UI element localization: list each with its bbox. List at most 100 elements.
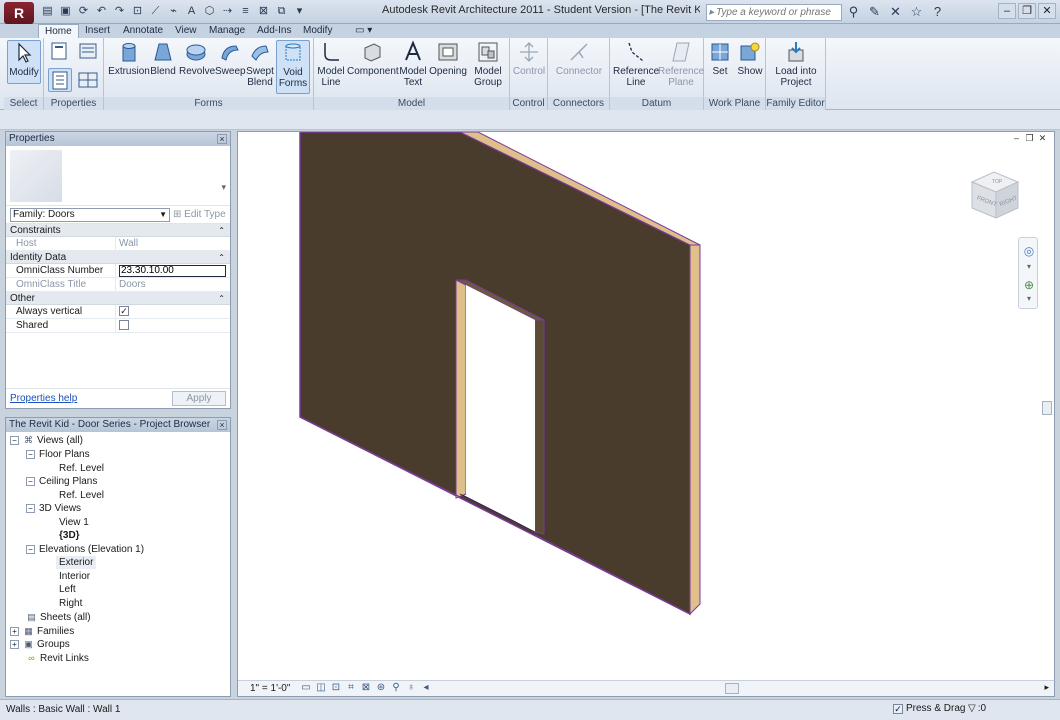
tree-3d-views[interactable]: −3D Views [26,502,81,515]
tree-floor-plans[interactable]: − Floor Plans [26,448,90,461]
tree-elevation-right[interactable]: Right [59,597,82,610]
tree-views-all[interactable]: − ⌘ Views (all) [10,434,83,447]
type-selector[interactable]: ▾ [6,146,230,206]
steering-wheel-icon[interactable]: ◎ [1022,244,1036,258]
close-icon[interactable]: ✕ [1038,3,1056,19]
tree-sheets[interactable]: ▤ Sheets (all) [26,611,90,624]
close-icon[interactable]: × [217,420,227,430]
application-menu-button[interactable]: R [4,2,34,24]
sync-icon[interactable]: ⟳ [76,4,91,19]
reference-line-button[interactable]: Reference Line [613,40,659,88]
collapse-icon[interactable]: − [26,544,35,554]
search-input[interactable] [716,7,835,18]
collapse-icon[interactable]: − [10,435,19,445]
reveal-hidden-icon[interactable]: ⚲ [390,682,402,694]
tree-ceiling-plans[interactable]: − Ceiling Plans [26,475,97,488]
measure-icon[interactable]: ⊡ [130,4,145,19]
analysis-icon[interactable]: ♁ [405,682,417,694]
opening-button[interactable]: Opening [429,40,467,77]
qat-dropdown-icon[interactable]: ▾ [292,4,307,19]
view-scale[interactable]: 1" = 1'-0" [250,683,290,694]
collapse-icon[interactable]: ⌃ [218,292,225,305]
help-icon[interactable]: ? [930,4,945,20]
ribbon-minimize-toggle[interactable]: ▭ ▾ [355,24,372,38]
tree-families[interactable]: + ▦ Families [10,625,74,638]
tree-elevation-left[interactable]: Left [59,583,76,596]
press-drag-checkbox[interactable]: ✓ [893,704,903,714]
expand-icon[interactable]: + [10,626,19,636]
family-filter-dropdown[interactable]: Family: Doors ▼ [10,208,170,222]
show-crop-icon[interactable]: ⊠ [360,682,372,694]
tree-view-1[interactable]: View 1 [59,516,89,529]
properties-toggle-button[interactable] [48,68,72,92]
collapse-icon[interactable]: − [26,449,35,459]
tree-elevation-exterior[interactable]: Exterior [56,556,97,569]
thin-lines-icon[interactable]: ≡ [238,4,253,19]
model-line-button[interactable]: Model Line [316,40,346,88]
minimize-icon[interactable]: – [998,3,1016,19]
scroll-right-icon[interactable]: ▸ [1044,682,1049,693]
category-constraints[interactable]: Constraints ⌃ [6,224,230,237]
temporary-hide-icon[interactable]: ⊛ [375,682,387,694]
shadows-icon[interactable]: ⊡ [330,682,342,694]
default-3d-icon[interactable]: ⬡ [202,4,217,19]
tab-insert[interactable]: Insert [85,24,110,38]
category-other[interactable]: Other ⌃ [6,292,230,305]
model-group-button[interactable]: Model Group [469,40,507,88]
search-expand-icon[interactable]: ▸ [709,7,714,18]
vertical-scrollbar[interactable] [1041,145,1053,675]
category-identity-data[interactable]: Identity Data ⌃ [6,251,230,264]
modify-button[interactable]: Modify [7,40,41,84]
model-text-button[interactable]: Model Text [398,40,428,88]
collapse-icon[interactable]: − [26,503,35,513]
set-button[interactable]: Set [707,40,733,77]
connector-button[interactable]: Connector [554,40,604,77]
chevron-down-icon[interactable]: ▾ [221,182,226,193]
communication-icon[interactable]: ✕ [888,4,903,20]
component-button[interactable]: Component [347,40,399,77]
tree-floor-plan-ref-level[interactable]: Ref. Level [59,462,104,475]
properties-help-link[interactable]: Properties help [10,393,77,404]
redo-icon[interactable]: ↷ [112,4,127,19]
tree-3d-default[interactable]: {3D} [59,529,80,542]
scroll-thumb[interactable] [1042,401,1052,415]
binoculars-icon[interactable]: ⚲ [846,4,861,20]
selection-filter[interactable]: ▽ :0 [968,703,986,714]
tab-manage[interactable]: Manage [209,24,245,38]
tree-ceiling-plan-ref-level[interactable]: Ref. Level [59,489,104,502]
chevron-down-icon[interactable]: ▾ [1022,294,1036,304]
tab-add-ins[interactable]: Add-Ins [257,24,291,38]
blend-button[interactable]: Blend [150,40,176,77]
swept-blend-button[interactable]: Swept Blend [246,40,274,88]
load-into-project-button[interactable]: Load into Project [769,40,823,88]
switch-windows-icon[interactable]: ⧉ [274,4,289,19]
section-icon[interactable]: ⇢ [220,4,235,19]
crop-view-icon[interactable]: ⌗ [345,682,357,694]
tree-revit-links[interactable]: ∞ Revit Links [26,652,89,665]
tree-groups[interactable]: + ▣ Groups [10,638,70,651]
revolve-button[interactable]: Revolve [179,40,215,77]
save-icon[interactable]: ▣ [58,4,73,19]
press-drag-toggle[interactable]: ✓ Press & Drag [893,703,965,714]
always-vertical-checkbox[interactable]: ✓ [119,306,129,316]
sweep-button[interactable]: Sweep [215,40,246,77]
favorites-icon[interactable]: ☆ [909,4,924,20]
shared-checkbox[interactable] [119,320,129,330]
tree-elevations[interactable]: − Elevations (Elevation 1) [26,543,144,556]
undo-icon[interactable]: ↶ [94,4,109,19]
tab-view[interactable]: View [175,24,197,38]
category-params-button[interactable] [76,40,100,66]
tab-annotate[interactable]: Annotate [123,24,163,38]
tree-elevation-interior[interactable]: Interior [59,570,90,583]
apply-button[interactable]: Apply [172,391,226,406]
subscription-icon[interactable]: ✎ [867,4,882,20]
dimension-icon[interactable]: ⟋ [148,4,163,19]
void-forms-button[interactable]: Void Forms [276,40,310,94]
chevron-down-icon[interactable]: ▾ [1022,262,1036,272]
tab-modify[interactable]: Modify [303,24,332,38]
collapse-icon[interactable]: − [26,476,35,486]
restore-icon[interactable]: ❐ [1018,3,1036,19]
close-hidden-icon[interactable]: ⊠ [256,4,271,19]
tab-home[interactable]: Home [38,24,79,38]
text-icon[interactable]: A [184,4,199,19]
